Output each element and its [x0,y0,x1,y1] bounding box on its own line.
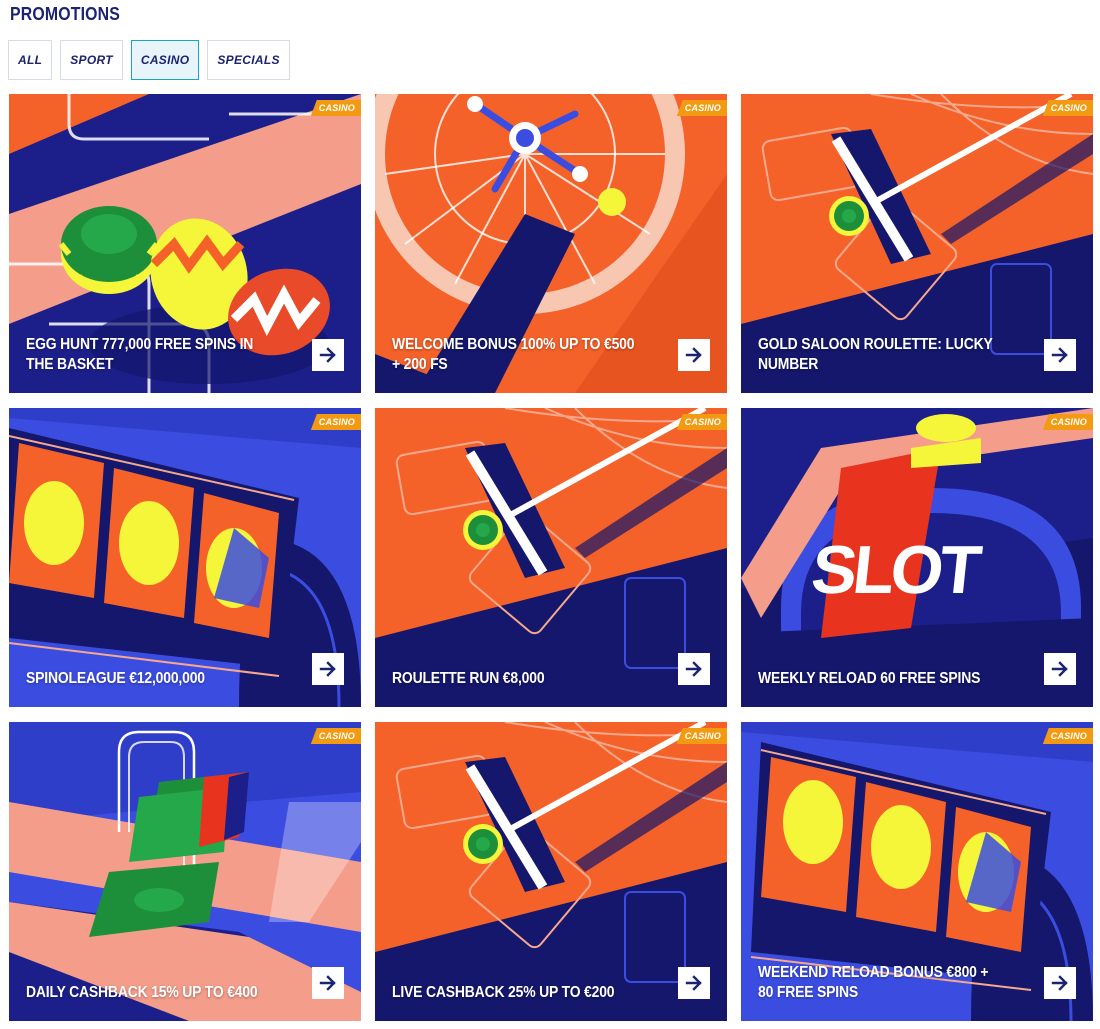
promo-title: WELCOME BONUS 100% UP TO €500 + 200 FS [392,336,635,373]
casino-badge: CASINO [1042,728,1093,744]
arrow-right-icon[interactable] [312,967,344,999]
casino-badge: CASINO [676,100,727,116]
promo-card-egg-hunt[interactable]: CASINO EGG HUNT 777,000 FREE SPINS IN TH… [9,94,361,393]
casino-badge: CASINO [676,414,727,430]
promo-title: EGG HUNT 777,000 FREE SPINS IN THE BASKE… [26,336,254,373]
promo-title: WEEKEND RELOAD BONUS €800 + 80 FREE SPIN… [758,964,989,1001]
promo-card-spinoleague[interactable]: CASINO SPINOLEAGUE €12,000,000 [9,408,361,707]
arrow-right-icon[interactable] [678,339,710,371]
filter-sport-button[interactable]: SPORT [60,40,123,80]
promo-card-roulette-run[interactable]: CASINO ROULETTE RUN €8,000 [375,408,727,707]
arrow-right-icon[interactable] [678,967,710,999]
arrow-right-icon[interactable] [678,653,710,685]
page-title: PROMOTIONS [10,4,121,24]
promo-title: GOLD SALOON ROULETTE: LUCKY NUMBER [758,336,993,373]
promo-title: SPINOLEAGUE €12,000,000 [26,670,205,687]
casino-badge: CASINO [1042,414,1093,430]
promo-card-weekly-reload[interactable]: SLOT CASINO WEEKLY RELOAD 60 FREE SPINS [741,408,1093,707]
promo-card-live-cashback[interactable]: CASINO LIVE CASHBACK 25% UP TO €200 [375,722,727,1021]
filter-specials-button[interactable]: SPECIALS [207,40,290,80]
arrow-right-icon[interactable] [1044,967,1076,999]
promotions-grid: CASINO EGG HUNT 777,000 FREE SPINS IN TH… [9,94,1093,1021]
promo-card-weekend-reload[interactable]: CASINO WEEKEND RELOAD BONUS €800 + 80 FR… [741,722,1093,1021]
promo-card-gold-saloon-roulette[interactable]: CASINO GOLD SALOON ROULETTE: LUCKY NUMBE… [741,94,1093,393]
cash-arch-illustration [9,722,361,1021]
casino-badge: CASINO [1042,100,1093,116]
casino-badge: CASINO [310,414,361,430]
slot-reels-illustration [9,408,361,707]
croupier-rake-illustration [375,408,727,707]
promo-title: LIVE CASHBACK 25% UP TO €200 [392,984,615,1001]
filter-all-button[interactable]: ALL [8,40,53,80]
promo-title: WEEKLY RELOAD 60 FREE SPINS [758,670,981,687]
arrow-right-icon[interactable] [1044,653,1076,685]
slot-machine-illustration: SLOT [741,408,1093,707]
promo-title: DAILY CASHBACK 15% UP TO €400 [26,984,258,1001]
arrow-right-icon[interactable] [1044,339,1076,371]
croupier-rake-illustration [375,722,727,1021]
casino-badge: CASINO [676,728,727,744]
slot-text: SLOT [808,532,985,608]
filter-casino-button[interactable]: CASINO [130,40,200,80]
casino-badge: CASINO [310,100,361,116]
promo-card-daily-cashback[interactable]: CASINO DAILY CASHBACK 15% UP TO €400 [9,722,361,1021]
casino-badge: CASINO [310,728,361,744]
promo-card-welcome-bonus[interactable]: CASINO WELCOME BONUS 100% UP TO €500 + 2… [375,94,727,393]
arrow-right-icon[interactable] [312,653,344,685]
arrow-right-icon[interactable] [312,339,344,371]
promo-title: ROULETTE RUN €8,000 [392,670,545,687]
filter-tabs: ALL SPORT CASINO SPECIALS [8,40,290,80]
